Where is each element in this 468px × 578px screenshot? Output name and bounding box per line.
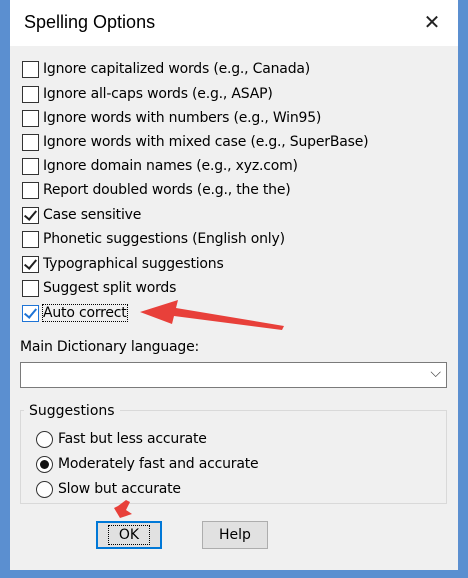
checkbox-ignore-numbers[interactable]: Ignore words with numbers (e.g., Win95) (22, 107, 321, 129)
checkbox-ignore-mixed-case[interactable]: Ignore words with mixed case (e.g., Supe… (22, 131, 369, 153)
checkbox-box[interactable] (22, 181, 39, 199)
radio-label: Slow but accurate (58, 481, 181, 497)
checkbox-auto-correct[interactable]: Auto correct (22, 302, 128, 324)
radio-label: Moderately fast and accurate (58, 456, 259, 472)
checkbox-label: Suggest split words (43, 280, 177, 296)
title-bar: Spelling Options ✕ (10, 0, 458, 46)
checkbox-box[interactable] (22, 304, 39, 322)
chevron-down-icon[interactable]: ⌵ (430, 365, 441, 381)
checkbox-case-sensitive[interactable]: Case sensitive (22, 204, 141, 226)
checkbox-box[interactable] (22, 60, 39, 78)
checkbox-label: Typographical suggestions (43, 256, 224, 272)
checkbox-phonetic-suggestions[interactable]: Phonetic suggestions (English only) (22, 228, 285, 250)
checkbox-report-doubled[interactable]: Report doubled words (e.g., the the) (22, 179, 291, 201)
checkbox-box[interactable] (22, 109, 39, 127)
checkbox-label: Case sensitive (43, 207, 142, 223)
help-button[interactable]: Help (202, 521, 268, 549)
checkbox-ignore-all-caps[interactable]: Ignore all-caps words (e.g., ASAP) (22, 83, 273, 105)
window-frame-left (0, 0, 10, 578)
ok-button[interactable]: OK (96, 521, 162, 549)
checkbox-box[interactable] (22, 206, 39, 224)
dictionary-language-label: Main Dictionary language: (20, 339, 200, 355)
suggestions-group-label: Suggestions (24, 403, 120, 419)
checkbox-ignore-domain-names[interactable]: Ignore domain names (e.g., xyz.com) (22, 155, 298, 177)
checkbox-suggest-split-words[interactable]: Suggest split words (22, 277, 176, 299)
checkbox-label: Ignore words with numbers (e.g., Win95) (43, 110, 322, 126)
window-frame-right (458, 0, 468, 578)
radio-label: Fast but less accurate (58, 431, 207, 447)
radio-slow[interactable]: Slow but accurate (36, 478, 181, 500)
checkbox-typographical-suggestions[interactable]: Typographical suggestions (22, 253, 224, 275)
checkbox-label: Phonetic suggestions (English only) (43, 231, 285, 247)
checkbox-ignore-capitalized[interactable]: Ignore capitalized words (e.g., Canada) (22, 58, 310, 80)
radio-fast[interactable]: Fast but less accurate (36, 428, 207, 450)
dialog-title: Spelling Options (24, 12, 156, 32)
radio-button[interactable] (36, 430, 53, 448)
window-frame-bottom (10, 570, 458, 578)
checkbox-label: Ignore words with mixed case (e.g., Supe… (43, 134, 369, 150)
checkbox-box[interactable] (22, 133, 39, 151)
checkbox-label: Ignore all-caps words (e.g., ASAP) (43, 86, 273, 102)
checkbox-label: Report doubled words (e.g., the the) (43, 182, 291, 198)
checkbox-box[interactable] (22, 230, 39, 248)
dictionary-language-select[interactable]: ⌵ (20, 362, 447, 388)
checkbox-label: Ignore capitalized words (e.g., Canada) (43, 61, 311, 77)
checkbox-label: Auto correct (42, 304, 128, 322)
radio-button[interactable] (36, 455, 53, 473)
checkbox-label: Ignore domain names (e.g., xyz.com) (43, 158, 298, 174)
help-button-label: Help (219, 527, 251, 543)
checkbox-box[interactable] (22, 85, 39, 103)
checkbox-box[interactable] (22, 279, 39, 297)
radio-moderate[interactable]: Moderately fast and accurate (36, 453, 259, 475)
ok-button-label: OK (107, 525, 151, 545)
checkbox-box[interactable] (22, 255, 39, 273)
checkbox-box[interactable] (22, 157, 39, 175)
close-icon[interactable]: ✕ (420, 10, 444, 34)
radio-button[interactable] (36, 480, 53, 498)
spelling-options-dialog: Spelling Options ✕ Ignore capitalized wo… (10, 0, 458, 578)
